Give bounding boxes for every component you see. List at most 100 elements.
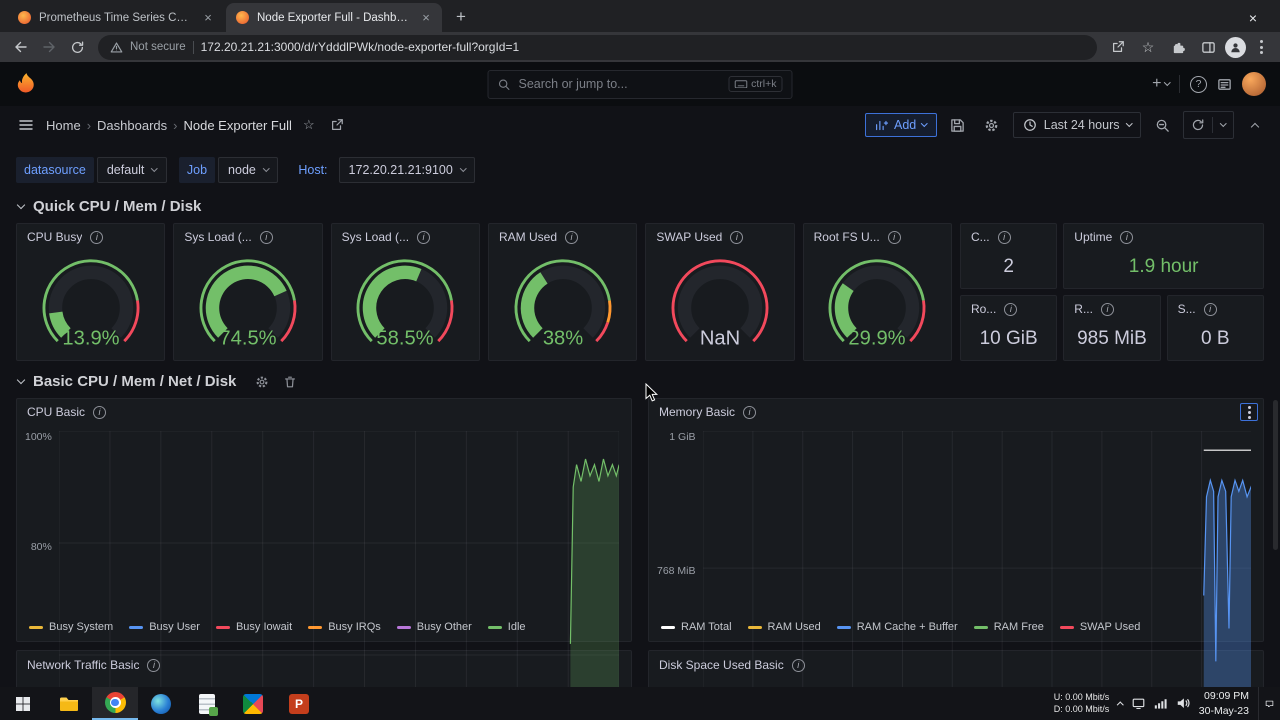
info-icon[interactable] <box>730 230 744 244</box>
row-delete-trash-icon[interactable] <box>283 375 297 389</box>
refresh-button[interactable] <box>1184 112 1212 138</box>
powerpoint-taskbar-button[interactable] <box>276 687 322 720</box>
panel-title[interactable]: SWAP Used <box>656 230 722 244</box>
info-icon[interactable] <box>259 230 273 244</box>
pc-status-icon[interactable] <box>1132 698 1145 709</box>
plot-area[interactable] <box>59 431 619 687</box>
browser-tab[interactable]: Node Exporter Full - Dashboards <box>226 3 442 32</box>
news-icon[interactable] <box>1217 77 1232 92</box>
browser-menu-icon[interactable] <box>1250 36 1272 58</box>
share-button[interactable] <box>1105 34 1131 60</box>
info-icon[interactable] <box>1004 302 1018 316</box>
info-icon[interactable] <box>417 230 431 244</box>
window-close-button[interactable] <box>1234 4 1272 32</box>
collapse-toolbar-button[interactable] <box>1242 112 1268 138</box>
breadcrumb-separator: › <box>173 117 178 133</box>
forward-button[interactable] <box>36 34 62 60</box>
photos-taskbar-button[interactable] <box>230 687 276 720</box>
taskbar-clock[interactable]: 09:09 PM 30-May-23 <box>1199 689 1249 717</box>
breadcrumb-item[interactable]: Node Exporter Full <box>183 118 291 133</box>
panel-menu-icon[interactable] <box>1240 403 1258 421</box>
gauge-chart: 38% <box>514 259 612 349</box>
chevron-down-icon <box>16 375 26 385</box>
browser-tab[interactable]: Prometheus Time Series Collecti <box>8 3 224 32</box>
start-button[interactable] <box>0 687 46 720</box>
panel-title[interactable]: CPU Busy <box>27 230 82 244</box>
y-axis: 1 GiB768 MiB512 MiB256 MiB0 B <box>657 431 696 687</box>
side-panel-button[interactable] <box>1195 34 1221 60</box>
security-label[interactable]: Not secure <box>130 41 186 53</box>
new-menu-button[interactable] <box>1152 75 1170 93</box>
info-icon[interactable] <box>93 405 107 419</box>
section-row-basic[interactable]: Basic CPU / Mem / Net / Disk <box>16 373 1264 390</box>
add-button[interactable]: Add <box>865 113 937 137</box>
section-row-quick[interactable]: Quick CPU / Mem / Disk <box>16 198 1264 215</box>
url-text[interactable]: 172.20.21.21:3000/d/rYdddlPWk/node-expor… <box>201 40 520 54</box>
file-explorer-button[interactable] <box>46 687 92 720</box>
panel-title[interactable]: Root FS U... <box>814 230 880 244</box>
mega-menu-icon[interactable] <box>12 111 40 139</box>
user-avatar[interactable] <box>1242 72 1266 96</box>
back-button[interactable] <box>8 34 34 60</box>
notification-center-button[interactable] <box>1258 687 1274 720</box>
grafana-logo-icon[interactable] <box>14 71 39 97</box>
info-icon[interactable] <box>1120 230 1134 244</box>
dashboard-settings-button[interactable] <box>979 112 1005 138</box>
save-dashboard-button[interactable] <box>945 112 971 138</box>
info-icon[interactable] <box>743 405 757 419</box>
tab-close-icon[interactable] <box>200 10 216 26</box>
panel-title[interactable]: RAM Used <box>499 230 557 244</box>
notepad-taskbar-button[interactable] <box>184 687 230 720</box>
refresh-interval-dropdown[interactable] <box>1213 112 1233 138</box>
reload-button[interactable] <box>64 34 90 60</box>
breadcrumb-item[interactable]: Home <box>46 118 81 133</box>
chrome-taskbar-button[interactable] <box>92 687 138 720</box>
share-dashboard-button[interactable] <box>326 114 348 136</box>
tab-close-icon[interactable] <box>418 10 434 26</box>
network-tray-icon[interactable] <box>1154 698 1167 709</box>
info-icon[interactable] <box>565 230 578 244</box>
panel-title[interactable]: Sys Load (... <box>184 230 251 244</box>
section-tools <box>255 375 297 389</box>
breadcrumb-item[interactable]: Dashboards <box>97 118 167 133</box>
info-icon[interactable] <box>1100 302 1114 316</box>
folder-icon <box>60 697 78 711</box>
browser-profile-avatar[interactable] <box>1225 36 1246 58</box>
time-range-picker[interactable]: Last 24 hours <box>1012 112 1141 138</box>
stat-panel: C... 2 <box>959 223 1058 289</box>
panel-title[interactable]: R... <box>1074 302 1093 316</box>
info-icon[interactable] <box>887 230 901 244</box>
page-scrollbar[interactable] <box>1273 400 1278 550</box>
favorite-star-icon[interactable] <box>298 114 320 136</box>
new-tab-button[interactable] <box>448 4 474 30</box>
extensions-button[interactable] <box>1165 34 1191 60</box>
tray-expand-button[interactable] <box>1117 700 1124 709</box>
info-icon[interactable] <box>791 658 805 672</box>
panel-title[interactable]: Network Traffic Basic <box>27 658 139 672</box>
help-icon[interactable] <box>1190 75 1207 93</box>
panel-title[interactable]: Ro... <box>971 302 996 316</box>
edge-taskbar-button[interactable] <box>138 687 184 720</box>
panel-title[interactable]: Memory Basic <box>659 405 735 419</box>
datasource-dropdown[interactable]: default <box>96 157 167 183</box>
info-icon[interactable] <box>997 230 1011 244</box>
plot-area[interactable] <box>703 431 1251 687</box>
search-input[interactable]: Search or jump to... ctrl+k <box>487 69 793 99</box>
panel-title[interactable]: S... <box>1178 302 1196 316</box>
panel-title[interactable]: C... <box>971 230 990 244</box>
row-settings-gear-icon[interactable] <box>255 375 269 389</box>
panel-title[interactable]: Disk Space Used Basic <box>659 658 784 672</box>
address-bar[interactable]: Not secure 172.20.21.21:3000/d/rYdddlPWk… <box>98 34 1097 60</box>
info-icon[interactable] <box>1203 302 1217 316</box>
info-icon[interactable] <box>90 230 104 244</box>
info-icon[interactable] <box>147 658 161 672</box>
job-dropdown[interactable]: node <box>218 157 279 183</box>
bookmark-star-icon[interactable] <box>1135 34 1161 60</box>
panel-title[interactable]: Uptime <box>1074 230 1112 244</box>
volume-tray-icon[interactable] <box>1176 697 1190 709</box>
zoom-out-button[interactable] <box>1149 112 1175 138</box>
panel-title[interactable]: CPU Basic <box>27 405 85 419</box>
host-dropdown[interactable]: 172.20.21.21:9100 <box>338 157 476 183</box>
panel-title[interactable]: Sys Load (... <box>342 230 409 244</box>
gauge-value: NaN <box>700 327 740 349</box>
